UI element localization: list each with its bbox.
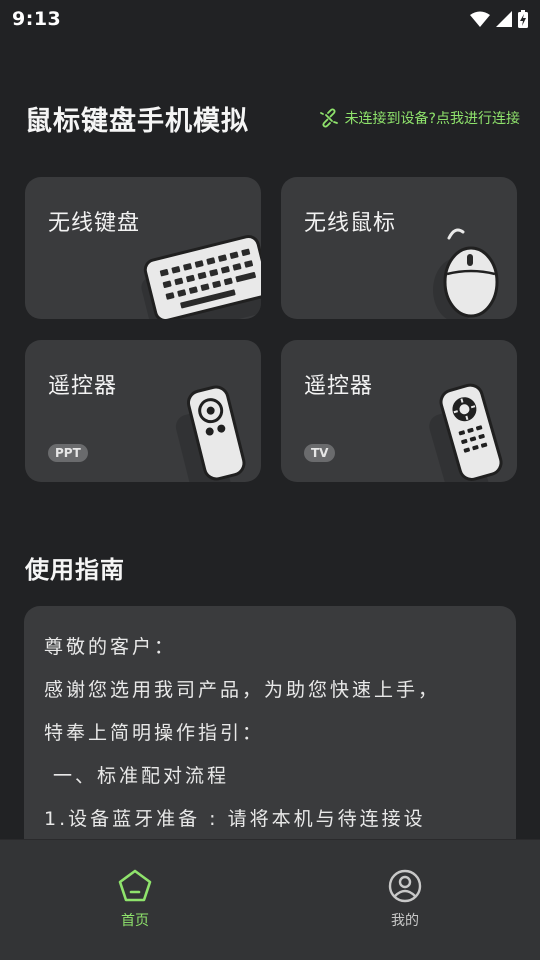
ppt-remote-icon	[175, 385, 246, 482]
guide-line: 一、标准配对流程	[44, 765, 230, 787]
nav-profile[interactable]: 我的	[270, 840, 540, 960]
app-title: 鼠标键盘手机模拟	[25, 105, 249, 137]
card-title: 无线鼠标	[304, 211, 397, 236]
tv-remote-card[interactable]: 遥控器 TV	[281, 340, 517, 482]
card-title: 遥控器	[304, 374, 374, 399]
mouse-icon	[433, 228, 499, 319]
guide-line: 尊敬的客户：	[44, 636, 177, 658]
nav-profile-label: 我的	[391, 913, 419, 929]
battery-charging-icon	[518, 10, 528, 28]
wifi-icon	[470, 11, 490, 27]
status-icons	[470, 10, 528, 28]
guide-section-title: 使用指南	[25, 556, 125, 584]
cellular-signal-icon	[496, 11, 512, 27]
ppt-badge: PPT	[48, 444, 88, 462]
user-profile-icon	[388, 869, 422, 903]
nav-home[interactable]: 首页	[0, 840, 270, 960]
ppt-remote-card[interactable]: 遥控器 PPT	[25, 340, 261, 482]
header: 鼠标键盘手机模拟 未连接到设备?点我进行连接	[25, 96, 520, 140]
broken-link-icon	[319, 108, 338, 128]
guide-line: 1.设备蓝牙准备 : 请将本机与待连接设	[44, 808, 426, 830]
tv-badge: TV	[304, 444, 336, 462]
tv-remote-icon	[429, 383, 503, 482]
wireless-keyboard-card[interactable]: 无线键盘	[25, 177, 261, 319]
home-pentagon-icon	[118, 869, 152, 902]
keyboard-icon	[141, 235, 261, 319]
card-title: 遥控器	[48, 374, 118, 399]
guide-line: 感谢您选用我司产品，为助您快速上手，	[44, 679, 441, 701]
connect-device-link[interactable]: 未连接到设备?点我进行连接	[319, 108, 520, 128]
card-title: 无线键盘	[48, 211, 141, 236]
status-time: 9:13	[12, 8, 62, 30]
bottom-navigation: 首页 我的	[0, 839, 540, 960]
guide-line: 特奉上简明操作指引：	[44, 722, 265, 744]
connect-device-text: 未连接到设备?点我进行连接	[344, 111, 520, 127]
guide-text-card[interactable]: 尊敬的客户： 感谢您选用我司产品，为助您快速上手， 特奉上简明操作指引： 一、标…	[24, 606, 516, 866]
nav-home-label: 首页	[121, 913, 149, 929]
wireless-mouse-card[interactable]: 无线鼠标	[281, 177, 517, 319]
status-bar: 9:13	[0, 0, 540, 38]
